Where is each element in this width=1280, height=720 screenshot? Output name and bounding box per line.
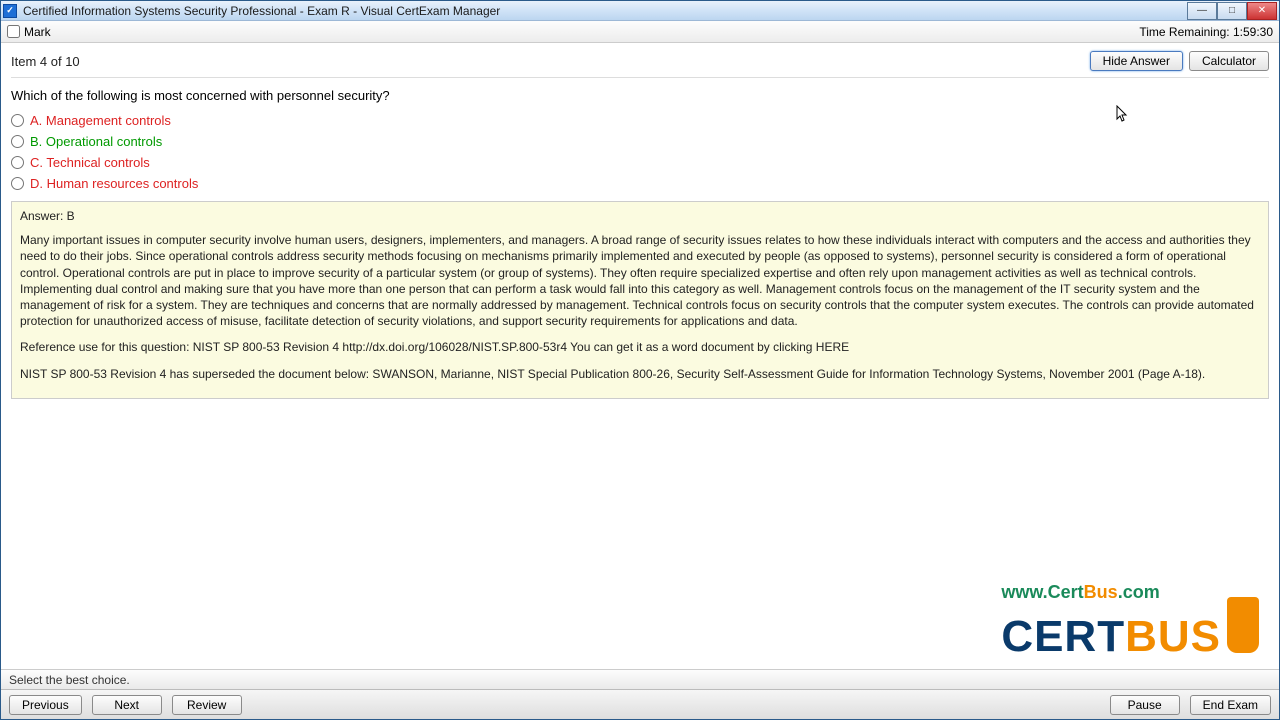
minimize-button[interactable]: — xyxy=(1187,2,1217,20)
option-a-radio[interactable] xyxy=(11,114,24,127)
option-b[interactable]: B. Operational controls xyxy=(11,134,1269,149)
watermark-logo: www.CertBus.com CERTBUS xyxy=(1001,582,1259,659)
option-a[interactable]: A. Management controls xyxy=(11,113,1269,128)
option-b-label: B. Operational controls xyxy=(30,134,162,149)
answer-explanation: Answer: B Many important issues in compu… xyxy=(11,201,1269,399)
mark-bar: Mark Time Remaining: 1:59:30 xyxy=(1,21,1279,43)
next-button[interactable]: Next xyxy=(92,695,162,715)
end-exam-button[interactable]: End Exam xyxy=(1190,695,1271,715)
status-bar: Select the best choice. xyxy=(1,669,1279,689)
answer-heading: Answer: B xyxy=(20,208,1260,224)
mark-label: Mark xyxy=(24,25,51,39)
window-buttons: — □ ✕ xyxy=(1187,2,1277,20)
bottom-toolbar: Previous Next Review Pause End Exam xyxy=(1,689,1279,719)
option-d[interactable]: D. Human resources controls xyxy=(11,176,1269,191)
wm-www: www. xyxy=(1001,582,1047,602)
wm-com: .com xyxy=(1118,582,1160,602)
wm-bus: Bus xyxy=(1084,582,1118,602)
option-d-radio[interactable] xyxy=(11,177,24,190)
pause-button[interactable]: Pause xyxy=(1110,695,1180,715)
time-remaining: Time Remaining: 1:59:30 xyxy=(1139,25,1273,39)
titlebar[interactable]: ✓ Certified Information Systems Security… xyxy=(1,1,1279,21)
option-c-label: C. Technical controls xyxy=(30,155,150,170)
question-text: Which of the following is most concerned… xyxy=(11,88,1269,103)
status-hint: Select the best choice. xyxy=(9,673,130,687)
item-header-row: Item 4 of 10 Hide Answer Calculator xyxy=(11,51,1269,71)
answer-paragraph-1: Many important issues in computer securi… xyxy=(20,232,1260,329)
option-c[interactable]: C. Technical controls xyxy=(11,155,1269,170)
maximize-button[interactable]: □ xyxy=(1217,2,1247,20)
options-list: A. Management controls B. Operational co… xyxy=(11,113,1269,191)
window-title: Certified Information Systems Security P… xyxy=(23,4,1187,18)
mark-checkbox[interactable] xyxy=(7,25,20,38)
option-b-radio[interactable] xyxy=(11,135,24,148)
previous-button[interactable]: Previous xyxy=(9,695,82,715)
close-button[interactable]: ✕ xyxy=(1247,2,1277,20)
app-window: ✓ Certified Information Systems Security… xyxy=(0,0,1280,720)
wm-cert: Cert xyxy=(1048,582,1084,602)
answer-paragraph-3: NIST SP 800-53 Revision 4 has superseded… xyxy=(20,366,1260,382)
option-d-label: D. Human resources controls xyxy=(30,176,198,191)
calculator-button[interactable]: Calculator xyxy=(1189,51,1269,71)
answer-paragraph-2: Reference use for this question: NIST SP… xyxy=(20,339,1260,355)
review-button[interactable]: Review xyxy=(172,695,242,715)
wm-logo-bus: BUS xyxy=(1125,615,1221,659)
app-icon: ✓ xyxy=(3,4,17,18)
content-area: Item 4 of 10 Hide Answer Calculator Whic… xyxy=(1,43,1279,669)
option-a-label: A. Management controls xyxy=(30,113,171,128)
option-c-radio[interactable] xyxy=(11,156,24,169)
hide-answer-button[interactable]: Hide Answer xyxy=(1090,51,1183,71)
item-number: Item 4 of 10 xyxy=(11,54,80,69)
divider xyxy=(11,77,1269,78)
tag-icon xyxy=(1227,597,1259,653)
wm-logo-cert: CERT xyxy=(1001,615,1125,659)
